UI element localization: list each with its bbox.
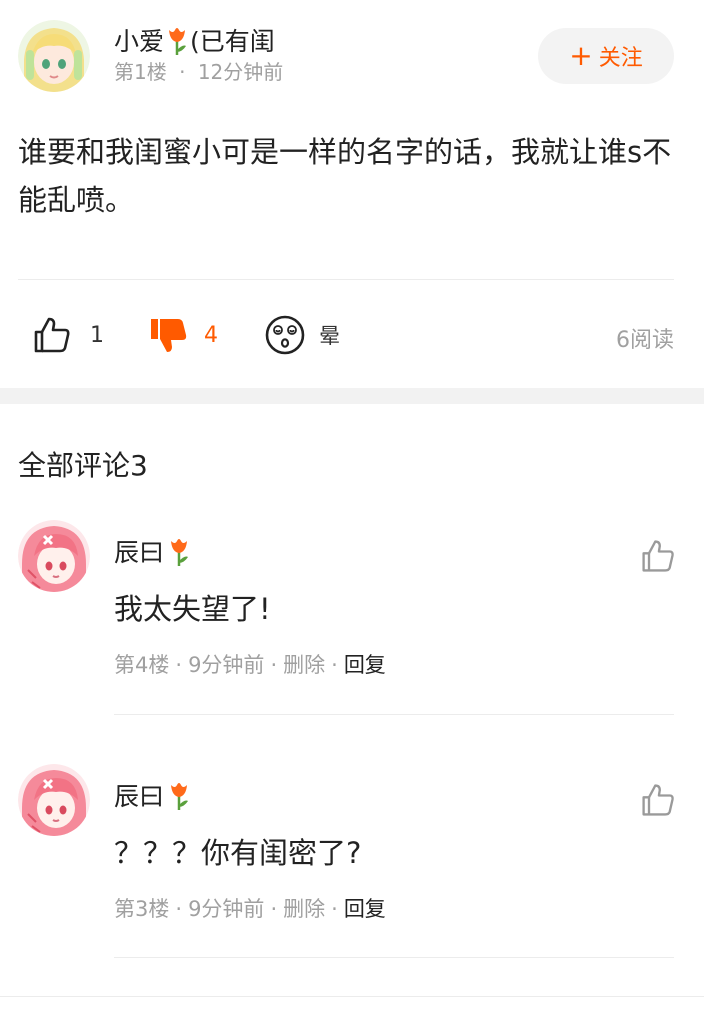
meta-dot: · (270, 653, 278, 677)
commenter-name-line[interactable]: 辰曰 (114, 780, 190, 814)
dislike-count: 4 (204, 322, 218, 348)
reply-button[interactable]: 回复 (344, 897, 386, 921)
post-divider (18, 279, 674, 280)
post-time: 12分钟前 (197, 60, 284, 84)
delete-button[interactable]: 删除 (283, 897, 325, 921)
commenter-avatar[interactable] (18, 764, 90, 836)
like-button[interactable]: 1 (32, 312, 104, 358)
commenter-avatar[interactable] (18, 520, 90, 592)
comment-like-icon[interactable] (640, 538, 676, 574)
bottom-divider (0, 996, 704, 997)
comment-floor: 第4楼 (114, 653, 170, 677)
meta-dot: · (175, 653, 183, 677)
post-floor: 第1楼 (114, 60, 167, 84)
thumbs-up-icon (34, 317, 70, 353)
comment-text: 我太失望了! (114, 592, 271, 626)
commenter-name[interactable]: 辰曰 (114, 782, 164, 811)
author-name-line[interactable]: 小爱 (已有闺 (114, 26, 275, 58)
comments-title: 全部评论3 (18, 449, 148, 482)
commenter-name[interactable]: 辰曰 (114, 538, 164, 567)
post-header: 小爱 (已有闺 第1楼 · 12分钟前 + 关注 (0, 0, 704, 110)
comment-divider (114, 957, 674, 958)
comment-time: 9分钟前 (188, 897, 265, 921)
thumbs-down-icon (151, 319, 187, 352)
comment-like-icon[interactable] (640, 782, 676, 818)
comment-text: ？？？你有闺密了? (114, 836, 362, 870)
comment-divider (114, 714, 674, 715)
tulip-icon (169, 28, 187, 55)
comment-floor: 第3楼 (114, 897, 170, 921)
follow-button[interactable]: + 关注 (538, 28, 674, 84)
tulip-icon (171, 539, 189, 566)
follow-label: 关注 (598, 46, 643, 71)
comment-item: 辰曰 ？？？你有闺密了? 第3楼 · 9分钟前 · 删除 · 回复 (0, 764, 704, 960)
meta-dot: · (270, 897, 278, 921)
post-actions: 1 4 晕 6阅读 (0, 300, 704, 370)
meta-dot: · (179, 60, 186, 84)
section-separator (0, 388, 704, 404)
delete-button[interactable]: 删除 (283, 653, 325, 677)
dizzy-label: 晕 (319, 324, 340, 348)
comment-item: 辰曰 我太失望了! 第4楼 · 9分钟前 · 删除 · 回复 (0, 520, 704, 716)
meta-dot: · (331, 653, 338, 677)
post-content: 谁要和我闺蜜小可是一样的名字的话，我就让谁s不能乱喷。 (18, 135, 672, 217)
dizzy-button[interactable]: 晕 (265, 312, 340, 358)
plus-icon: + (569, 39, 593, 72)
post-meta: 第1楼 · 12分钟前 (114, 58, 283, 86)
dislike-button[interactable]: 4 (148, 312, 218, 358)
read-count: 6阅读 (616, 328, 674, 353)
meta-dot: · (175, 897, 183, 921)
post-detail-page: 小爱 (已有闺 第1楼 · 12分钟前 + 关注 谁要和我闺蜜小可是一样的名字的话… (0, 0, 704, 1013)
commenter-name-line[interactable]: 辰曰 (114, 536, 190, 570)
tulip-icon (171, 783, 189, 810)
comment-meta: 第3楼 · 9分钟前 · 删除 · 回复 (114, 894, 386, 924)
author-avatar[interactable] (18, 20, 90, 92)
reply-button[interactable]: 回复 (344, 653, 386, 677)
author-name[interactable]: 小爱 (114, 27, 164, 56)
dizzy-face-icon (265, 315, 305, 355)
comment-time: 9分钟前 (188, 653, 265, 677)
meta-dot: · (331, 897, 338, 921)
author-tag: (已有闺 (190, 27, 275, 56)
comment-meta: 第4楼 · 9分钟前 · 删除 · 回复 (114, 650, 386, 680)
like-count: 1 (90, 322, 104, 348)
